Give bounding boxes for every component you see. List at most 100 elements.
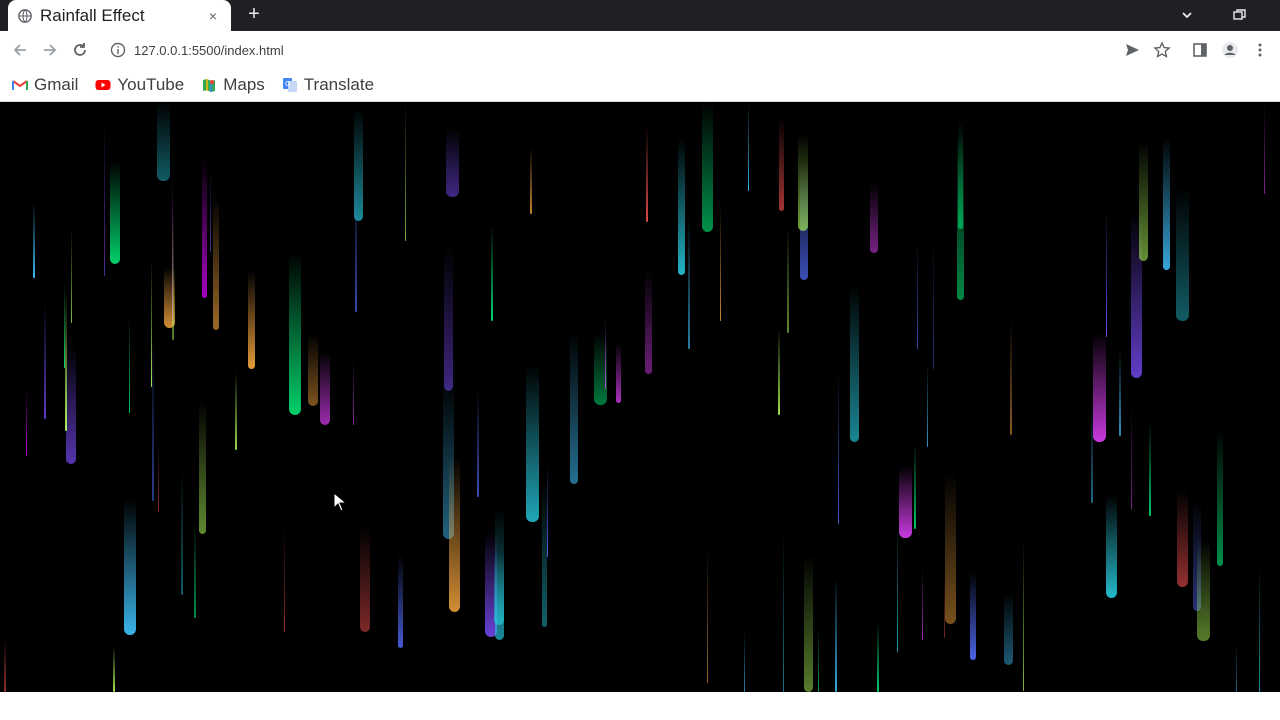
rain-drop — [804, 554, 813, 692]
profile-icon[interactable] — [1221, 41, 1239, 59]
rain-drop — [778, 327, 780, 415]
side-panel-icon[interactable] — [1191, 41, 1209, 59]
rain-drop — [444, 248, 453, 391]
rain-drop — [899, 466, 912, 538]
rain-drop — [779, 117, 784, 211]
rain-drop — [1010, 320, 1012, 435]
rain-drop — [720, 204, 721, 321]
rain-drop — [877, 623, 879, 692]
rain-drop — [970, 571, 976, 660]
rain-drop — [958, 120, 963, 229]
rain-drop — [477, 389, 479, 497]
tab-title: Rainfall Effect — [40, 5, 145, 25]
rain-drop — [320, 352, 330, 425]
rain-drop — [838, 366, 839, 524]
rain-drop — [1131, 405, 1132, 510]
rain-drop — [1176, 187, 1189, 321]
bookmark-youtube[interactable]: YouTube — [95, 73, 184, 97]
translate-icon: G — [282, 77, 298, 93]
bookmark-label: Maps — [223, 75, 265, 94]
rain-drop — [449, 457, 460, 612]
rain-drop — [945, 473, 956, 624]
rain-drop — [210, 166, 211, 252]
rain-drop — [308, 334, 318, 406]
rain-drop — [202, 158, 207, 298]
rain-drop — [1163, 137, 1170, 270]
bookmarks-bar: Gmail YouTube Maps G Translate — [0, 69, 1280, 102]
rain-drop — [65, 292, 67, 431]
rain-drop — [491, 224, 493, 321]
rain-drop — [1106, 495, 1117, 598]
rain-drop — [530, 147, 532, 214]
rain-drop — [835, 577, 837, 692]
page-bottom-strip — [0, 692, 1280, 720]
rain-drop — [129, 317, 130, 413]
star-icon[interactable] — [1153, 41, 1171, 59]
url-text[interactable]: 127.0.0.1:5500/index.html — [134, 43, 284, 58]
bookmark-gmail[interactable]: Gmail — [12, 73, 78, 97]
rain-drop — [194, 522, 196, 618]
rain-drop — [405, 102, 406, 241]
send-icon[interactable] — [1123, 41, 1141, 59]
globe-icon — [18, 8, 32, 23]
rain-drop — [850, 285, 859, 442]
rain-drop — [1236, 642, 1237, 692]
page-viewport[interactable] — [0, 102, 1280, 692]
tab-strip: Rainfall Effect × + — [0, 0, 1280, 31]
rain-drop — [124, 499, 136, 635]
youtube-icon — [95, 77, 111, 93]
rain-drop — [744, 631, 745, 692]
rain-drop — [922, 567, 923, 640]
rain-drop — [1264, 102, 1265, 194]
rain-drop — [152, 335, 154, 501]
rain-drop — [181, 470, 183, 595]
rain-drop — [787, 227, 789, 333]
rain-drop — [248, 271, 255, 369]
rain-drop — [783, 532, 784, 692]
rain-drop — [172, 209, 174, 340]
rain-drop — [917, 237, 918, 349]
rain-drop — [933, 234, 934, 369]
rain-drop — [1217, 429, 1223, 566]
back-icon[interactable] — [11, 41, 29, 59]
active-tab[interactable]: Rainfall Effect × — [8, 0, 231, 31]
rain-drop — [702, 102, 713, 232]
info-icon[interactable] — [110, 42, 126, 58]
rain-drop — [284, 526, 285, 632]
rain-drop — [748, 102, 749, 191]
restore-window-icon[interactable] — [1230, 7, 1248, 23]
bookmark-translate[interactable]: G Translate — [282, 73, 374, 97]
forward-icon[interactable] — [41, 41, 59, 59]
rain-drop — [616, 343, 621, 403]
kebab-menu-icon[interactable] — [1251, 41, 1269, 59]
rain-drop — [33, 203, 35, 278]
rain-drop — [944, 577, 945, 638]
rain-drop — [71, 228, 72, 323]
address-bar[interactable]: 127.0.0.1:5500/index.html — [100, 35, 1100, 65]
rain-drop — [66, 345, 76, 464]
chevron-down-icon[interactable] — [1178, 7, 1196, 23]
reload-icon[interactable] — [71, 41, 89, 59]
mouse-cursor-icon — [333, 492, 347, 512]
rain-drop — [707, 546, 708, 683]
rain-drop — [398, 554, 403, 648]
rain-drop — [26, 388, 27, 456]
rain-drop — [44, 303, 46, 419]
rain-drop — [570, 332, 578, 484]
close-tab-icon[interactable]: × — [205, 8, 221, 24]
rain-drop — [897, 522, 898, 652]
bookmark-label: YouTube — [117, 75, 185, 94]
browser-toolbar: 127.0.0.1:5500/index.html — [0, 31, 1280, 69]
svg-text:G: G — [285, 80, 290, 88]
rain-drop — [110, 162, 120, 264]
rain-drop — [927, 362, 928, 447]
rain-drop — [158, 445, 159, 512]
rain-drop — [355, 179, 357, 312]
rain-drop — [645, 270, 652, 374]
rain-drop — [113, 646, 115, 692]
bookmark-maps[interactable]: Maps — [201, 73, 265, 97]
rain-drop — [1119, 350, 1121, 436]
new-tab-button[interactable]: + — [244, 4, 264, 25]
rain-drop — [199, 401, 206, 534]
rain-drop — [1106, 205, 1107, 337]
